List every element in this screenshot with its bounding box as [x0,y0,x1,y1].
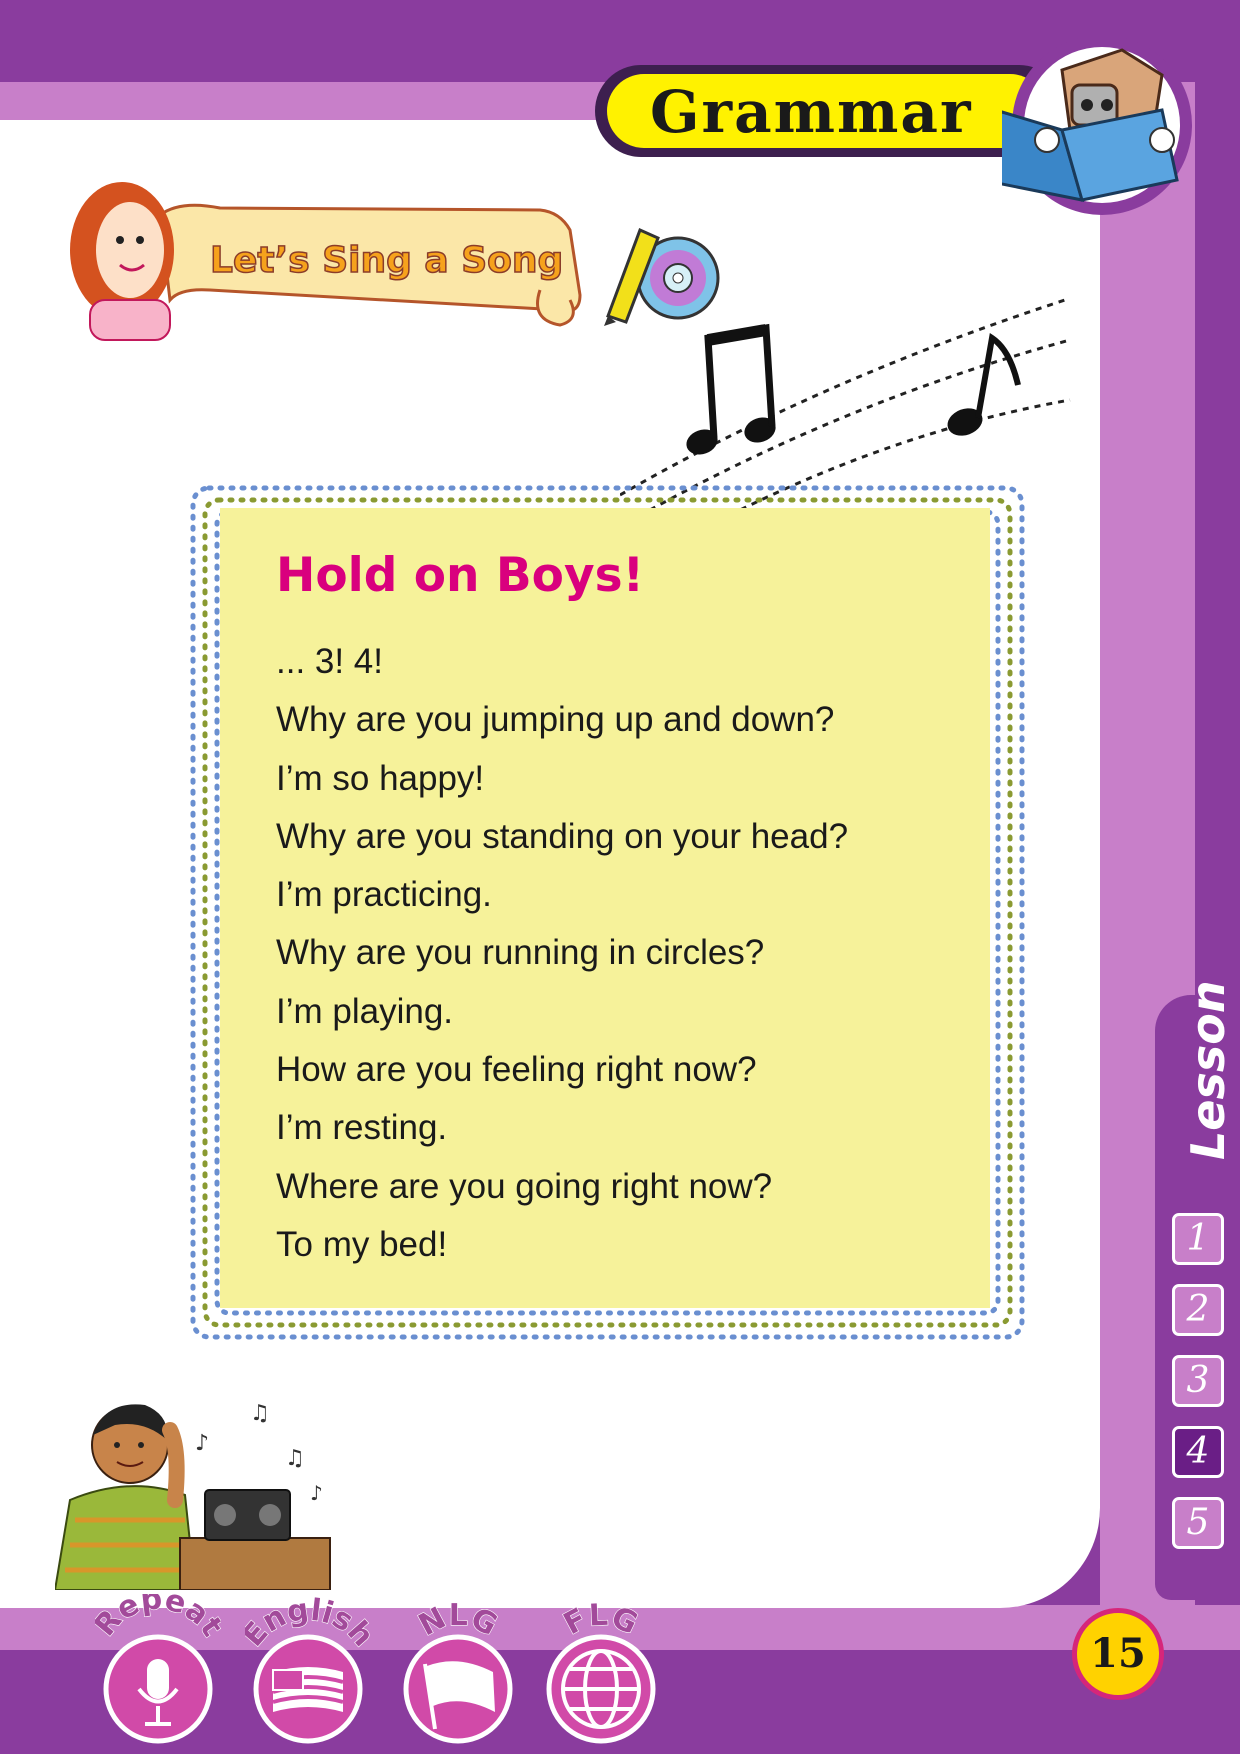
lesson-3-button[interactable]: 3 [1172,1355,1224,1407]
lyric-line: I’m playing. [276,991,454,1031]
svg-text:♪: ♪ [310,1481,323,1505]
lyric-line: Why are you standing on your head? [276,816,849,856]
english-badge[interactable]: English [245,1594,371,1744]
svg-text:♫: ♫ [285,1446,305,1471]
svg-text:♪: ♪ [195,1431,209,1456]
lyric-line: I’m practicing. [276,875,492,915]
lesson-4-button[interactable]: 4 [1172,1426,1224,1478]
lyric-line: Where are you going right now? [276,1166,773,1206]
lyrics-list: ... 3! 4! Why are you jumping up and dow… [276,638,848,1279]
lyric-line: Why are you jumping up and down? [276,700,835,740]
lesson-2-button[interactable]: 2 [1172,1284,1224,1336]
music-notes-icon [620,298,1071,510]
flg-badge[interactable]: FLG [538,1594,664,1744]
song-title: Hold on Boys! [276,548,645,603]
nlg-badge[interactable]: NLG [395,1594,521,1744]
repeat-badge[interactable]: Repeat [95,1594,221,1744]
svg-text:♫: ♫ [250,1401,270,1426]
section-title: Grammar [650,78,973,146]
lyric-line: ... 3! 4! [276,642,383,681]
us-flag-icon [272,1667,344,1712]
page-number: 15 [1090,1630,1146,1677]
banner-title: Let’s Sing a Song [209,239,564,282]
lyric-line: How are you feeling right now? [276,1050,757,1090]
lyric-line: To my bed! [276,1224,448,1264]
reading-character-icon [1002,35,1192,215]
boy-listening-radio-illustration: ♪ ♫ ♫ ♪ [55,1401,331,1590]
lesson-5-button[interactable]: 5 [1172,1497,1224,1549]
lyric-line: I’m resting. [276,1108,448,1148]
lyric-line: I’m so happy! [276,758,485,798]
lyric-line: Why are you running in circles? [276,933,765,973]
lesson-label: Lesson [1181,980,1235,1160]
lesson-1-button[interactable]: 1 [1172,1213,1224,1265]
